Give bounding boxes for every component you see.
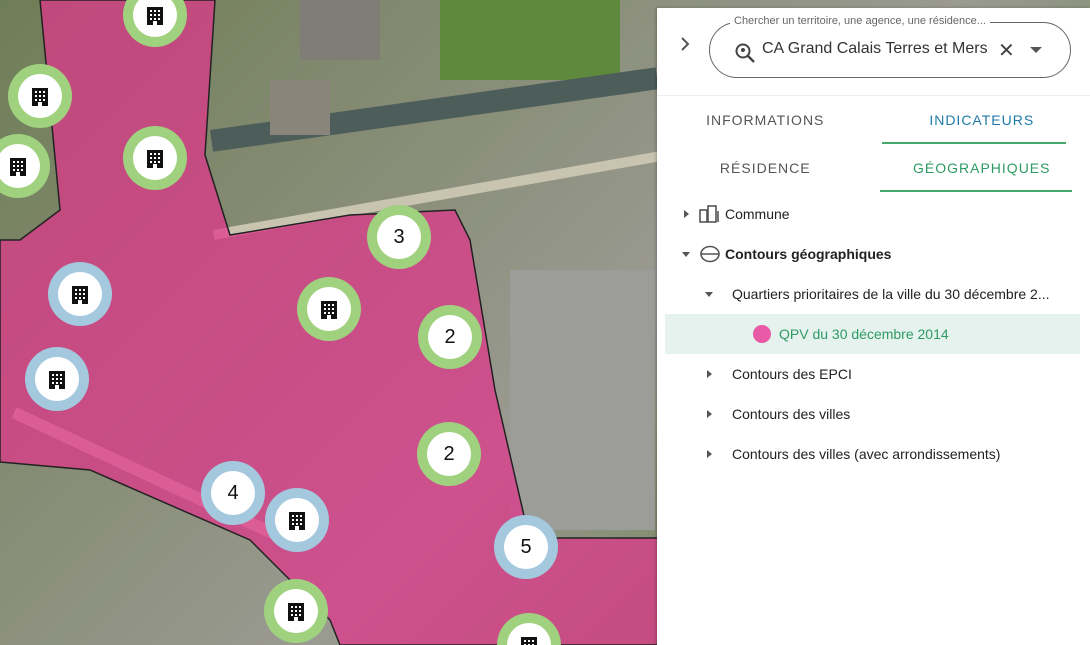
tree-item-label: Contours géographiques [725, 246, 892, 262]
cluster-marker[interactable]: 3 [367, 205, 431, 269]
tree-item-label: Commune [725, 206, 790, 222]
residence-marker[interactable] [25, 347, 89, 411]
cluster-marker[interactable]: 5 [494, 515, 558, 579]
building-icon [507, 623, 551, 645]
tree-item-contours-villes-arrondissements[interactable]: Contours des villes (avec arrondissement… [657, 434, 1090, 474]
tree-item-contours-epci[interactable]: Contours des EPCI [657, 354, 1090, 394]
globe-icon [700, 245, 720, 263]
tree-item-contours-villes[interactable]: Contours des villes [657, 394, 1090, 434]
caret-right-icon[interactable] [706, 370, 712, 378]
caret-right-icon[interactable] [706, 410, 712, 418]
caret-right-icon[interactable] [683, 210, 689, 218]
caret-down-icon[interactable] [705, 291, 713, 297]
side-panel: Chercher un territoire, une agence, une … [657, 8, 1090, 645]
tree-item-qpv-2014[interactable]: QPV du 30 décembre 2014 [665, 314, 1080, 354]
territory-search-field[interactable]: Chercher un territoire, une agence, une … [709, 15, 1071, 78]
building-icon [35, 357, 79, 401]
caret-down-icon[interactable] [682, 251, 690, 257]
residence-marker[interactable] [265, 488, 329, 552]
caret-right-icon[interactable] [706, 450, 712, 458]
panel-topbar: Chercher un territoire, une agence, une … [657, 8, 1090, 96]
main-tabs: INFORMATIONS INDICATEURS [657, 96, 1090, 144]
building-icon [274, 589, 318, 633]
chevron-right-icon [681, 37, 690, 51]
cluster-marker[interactable]: 2 [417, 422, 481, 486]
search-legend: Chercher un territoire, une agence, une … [730, 15, 990, 27]
buildings-icon [699, 205, 719, 223]
collapse-panel-button[interactable] [675, 34, 695, 54]
dropdown-arrow-icon[interactable] [1030, 47, 1042, 53]
indicator-tree: Commune Contours géographiques Quartiers… [657, 192, 1090, 474]
residence-marker[interactable] [264, 579, 328, 643]
tree-item-label: Contours des EPCI [732, 366, 852, 382]
tree-item-label: Quartiers prioritaires de la ville du 30… [732, 286, 1050, 302]
search-location-icon [735, 43, 755, 63]
search-input[interactable]: CA Grand Calais Terres et Mers [762, 40, 988, 58]
tab-indicateurs[interactable]: INDICATEURS [874, 96, 1090, 144]
residence-marker[interactable] [8, 64, 72, 128]
cluster-count: 4 [211, 471, 255, 515]
residence-marker[interactable] [123, 126, 187, 190]
tree-item-contours-geographiques[interactable]: Contours géographiques [657, 234, 1090, 274]
cluster-marker[interactable]: 2 [418, 305, 482, 369]
cluster-marker[interactable]: 4 [201, 461, 265, 525]
building-icon [18, 74, 62, 118]
building-icon [275, 498, 319, 542]
sub-tabs: RÉSIDENCE GÉOGRAPHIQUES [657, 144, 1090, 192]
tab-residence[interactable]: RÉSIDENCE [657, 144, 874, 192]
tab-geographiques[interactable]: GÉOGRAPHIQUES [874, 144, 1090, 192]
building-icon [133, 136, 177, 180]
residence-marker[interactable] [297, 277, 361, 341]
tree-item-label: Contours des villes [732, 406, 851, 422]
tree-item-label: QPV du 30 décembre 2014 [779, 326, 949, 342]
residence-marker[interactable] [48, 262, 112, 326]
tab-informations[interactable]: INFORMATIONS [657, 96, 874, 144]
clear-icon[interactable]: ✕ [998, 40, 1015, 62]
building-icon [0, 144, 40, 188]
cluster-count: 2 [428, 315, 472, 359]
cluster-count: 2 [427, 432, 471, 476]
building-icon [133, 0, 177, 37]
cluster-count: 5 [504, 525, 548, 569]
cluster-count: 3 [377, 215, 421, 259]
building-icon [307, 287, 351, 331]
building-icon [58, 272, 102, 316]
tree-item-label: Contours des villes (avec arrondissement… [732, 446, 1001, 462]
tree-item-qpv-group[interactable]: Quartiers prioritaires de la ville du 30… [657, 274, 1090, 314]
pink-dot-icon [753, 325, 771, 343]
tree-item-commune[interactable]: Commune [657, 194, 1090, 234]
